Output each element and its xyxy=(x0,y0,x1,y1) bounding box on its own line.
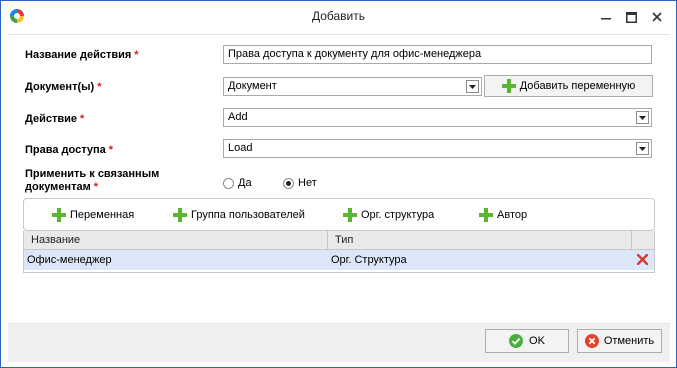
add-variable-button[interactable]: Добавить переменную xyxy=(484,75,653,97)
chevron-down-icon[interactable] xyxy=(466,80,479,93)
column-header-name[interactable]: Название xyxy=(24,231,328,250)
dialog-window: Добавить Название действия * Права доступ… xyxy=(0,0,677,368)
minimize-icon xyxy=(601,18,611,20)
radio-checked-icon xyxy=(283,177,294,189)
close-icon xyxy=(652,12,662,22)
row-name-cell: Офис-менеджер xyxy=(27,254,112,266)
add-variable-participant-button[interactable]: Переменная xyxy=(52,208,134,222)
table-row[interactable]: Офис-менеджер Орг. Структура xyxy=(24,250,654,270)
access-rights-select-value: Load xyxy=(228,142,253,154)
ok-button[interactable]: OK xyxy=(485,329,569,353)
dialog-footer: OK Отменить xyxy=(8,323,670,362)
title-bar: Добавить xyxy=(1,1,676,32)
apply-linked-label-line1: Применить к связанным xyxy=(25,168,160,180)
radio-unchecked-icon xyxy=(223,177,234,189)
participants-table: Название Тип Офис-менеджер Орг. Структур… xyxy=(23,231,655,273)
plus-icon xyxy=(479,208,493,222)
minimize-button[interactable] xyxy=(593,6,619,28)
close-button[interactable] xyxy=(644,6,670,28)
maximize-button[interactable] xyxy=(618,6,644,28)
documents-select[interactable]: Документ xyxy=(223,77,482,96)
plus-icon xyxy=(173,208,187,222)
delete-row-button[interactable] xyxy=(636,253,649,268)
cancel-circle-icon xyxy=(584,334,599,348)
chevron-down-icon[interactable] xyxy=(636,142,649,155)
action-select-value: Add xyxy=(228,111,248,123)
column-header-actions xyxy=(632,231,654,250)
chevron-down-icon[interactable] xyxy=(636,111,649,124)
access-rights-label: Права доступа * xyxy=(25,144,114,156)
access-rights-select[interactable]: Load xyxy=(223,139,652,158)
add-variable-label: Добавить переменную xyxy=(519,80,636,92)
maximize-icon xyxy=(625,11,637,23)
participants-toolbar: Переменная Группа пользователей Орг. стр… xyxy=(23,198,655,231)
apply-linked-yes-radio[interactable]: Да xyxy=(223,177,252,189)
documents-select-value: Документ xyxy=(228,80,277,92)
plus-icon xyxy=(501,79,516,93)
row-type-cell: Орг. Структура xyxy=(331,254,407,266)
apply-linked-label: Применить к связанным документам * xyxy=(25,168,160,193)
window-title: Добавить xyxy=(311,9,366,23)
column-header-type[interactable]: Тип xyxy=(328,231,632,250)
apply-linked-no-radio[interactable]: Нет xyxy=(283,177,317,189)
action-name-input[interactable]: Права доступа к документу для офис-менед… xyxy=(223,45,652,64)
add-user-group-button[interactable]: Группа пользователей xyxy=(173,208,305,222)
action-name-label: Название действия * xyxy=(25,49,139,61)
delete-icon xyxy=(636,253,649,266)
action-label: Действие * xyxy=(25,113,85,125)
plus-icon xyxy=(343,208,357,222)
check-circle-icon xyxy=(509,334,524,348)
add-org-structure-button[interactable]: Орг. структура xyxy=(343,208,434,222)
apply-linked-label-line2: документам xyxy=(25,181,91,193)
add-author-button[interactable]: Автор xyxy=(479,208,527,222)
action-select[interactable]: Add xyxy=(223,108,652,127)
dialog-content: Название действия * Права доступа к докум… xyxy=(8,34,670,324)
cancel-button[interactable]: Отменить xyxy=(577,329,662,353)
documents-label: Документ(ы) * xyxy=(25,81,102,93)
plus-icon xyxy=(52,208,66,222)
